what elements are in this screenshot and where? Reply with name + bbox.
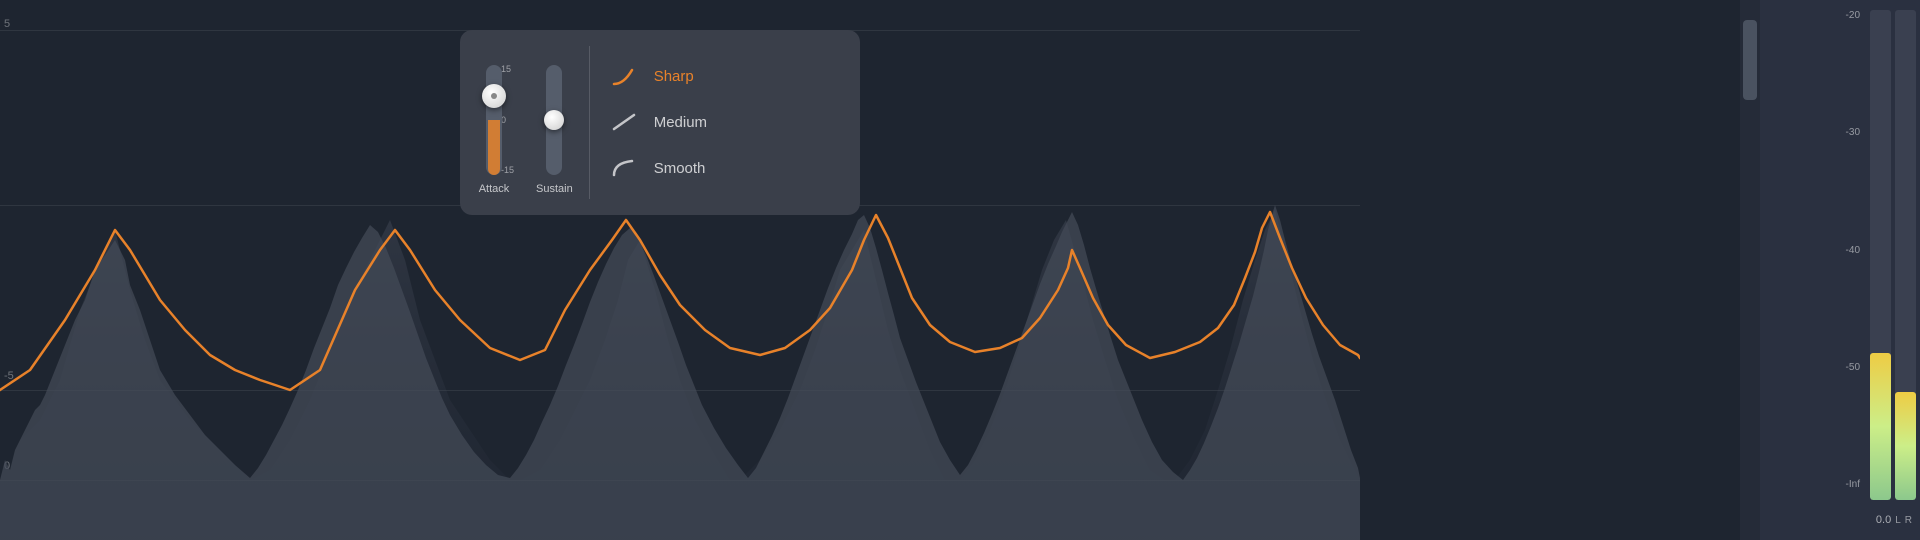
curves-section: Sharp Medium Smooth [606, 46, 844, 199]
panel-divider [589, 46, 590, 199]
smooth-label: Smooth [654, 160, 706, 177]
vu-panel: -20 -30 -40 -50 -Inf 0.0 L R [1760, 0, 1920, 540]
attack-scale-top: 15 [501, 65, 514, 74]
vu-scale: -20 -30 -40 -50 -Inf [1820, 0, 1860, 500]
sustain-knob[interactable] [544, 110, 564, 130]
meter-fill-R [1895, 392, 1916, 500]
attack-scale: 15 0 -15 [501, 65, 514, 175]
meter-L [1870, 10, 1891, 500]
envelope-popup: 15 0 -15 Attack [460, 30, 860, 215]
attack-fill [488, 120, 500, 175]
attack-scale-bot: -15 [501, 166, 514, 175]
sustain-slider-track[interactable] [546, 65, 562, 175]
scroll-area[interactable] [1740, 0, 1760, 540]
sharp-label: Sharp [654, 68, 694, 85]
attack-slider-track[interactable] [486, 65, 502, 175]
meters-container [1870, 10, 1916, 500]
sliders-section: 15 0 -15 Attack [476, 46, 573, 199]
meter-fill-L [1870, 353, 1891, 500]
sustain-slider-container: Sustain [536, 65, 573, 195]
attack-knob[interactable] [482, 84, 506, 108]
scroll-thumb[interactable] [1743, 20, 1757, 100]
attack-label: Attack [479, 183, 510, 195]
vu-scale-inf: -Inf [1820, 479, 1860, 490]
vu-scale-minus30: -30 [1820, 127, 1860, 138]
meter-R [1895, 10, 1916, 500]
sustain-track-wrapper[interactable] [536, 65, 572, 175]
sharp-curve-icon [610, 66, 642, 88]
curve-option-sharp[interactable]: Sharp [606, 64, 844, 90]
attack-track-wrapper[interactable]: 15 0 -15 [476, 65, 512, 175]
curve-option-medium[interactable]: Medium [606, 109, 844, 135]
attack-knob-dot [491, 93, 497, 99]
medium-label: Medium [654, 114, 707, 131]
attack-scale-mid: 0 [501, 116, 514, 125]
vu-scale-minus50: -50 [1820, 362, 1860, 373]
medium-curve-icon [610, 111, 642, 133]
vu-bottom: 0.0 L R [1760, 500, 1920, 540]
sustain-label: Sustain [536, 183, 573, 195]
vu-label-L: L [1895, 515, 1901, 526]
vu-scale-minus40: -40 [1820, 245, 1860, 256]
attack-slider-container: 15 0 -15 Attack [476, 65, 512, 195]
vu-label-R: R [1905, 515, 1912, 526]
curve-option-smooth[interactable]: Smooth [606, 155, 844, 181]
smooth-curve-icon [610, 157, 642, 179]
vu-level-display: 0.0 [1876, 514, 1891, 526]
vu-scale-minus20: -20 [1820, 10, 1860, 21]
